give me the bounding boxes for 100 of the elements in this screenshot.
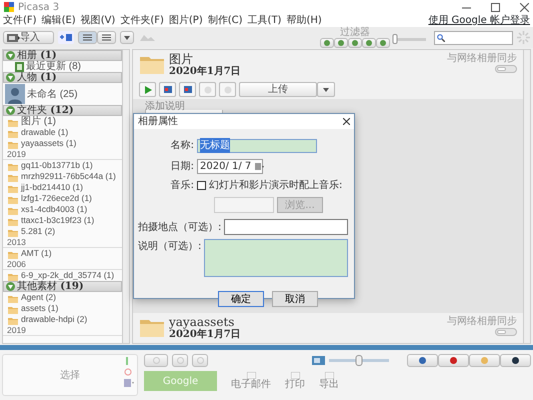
- album-icon: [15, 62, 24, 72]
- tree-view-button[interactable]: [97, 31, 116, 44]
- window-title: Picasa 3: [18, 0, 60, 14]
- caret-icon: [323, 88, 329, 92]
- sync-toggle[interactable]: [495, 328, 517, 336]
- slider-thumb[interactable]: [356, 355, 362, 366]
- expanded-icon[interactable]: [6, 73, 15, 82]
- dialog-title: 相册属性: [138, 114, 178, 129]
- map-pin-button[interactable]: [438, 354, 469, 367]
- ok-button[interactable]: 确定: [218, 291, 264, 307]
- camera-icon: [7, 33, 20, 42]
- expanded-icon[interactable]: [6, 282, 15, 291]
- folder-date: 2020年1月7日: [169, 66, 241, 77]
- sidebar-section-header[interactable]: 相册 (1): [3, 50, 122, 61]
- sidebar-item[interactable]: yayaassets (1): [3, 138, 122, 149]
- upload-button[interactable]: 上传: [239, 82, 317, 97]
- sidebar-item[interactable]: lzfg1-726ece2d (1): [3, 193, 122, 204]
- year-label: 2013: [3, 237, 122, 248]
- maximize-icon[interactable]: [491, 2, 500, 12]
- star-filter-button[interactable]: [320, 38, 334, 48]
- sidebar-item[interactable]: 未命名 (25): [3, 83, 122, 105]
- tray-menu-icon[interactable]: [124, 379, 134, 387]
- folder-name: 图片: [169, 53, 194, 66]
- list-icon: [83, 34, 92, 41]
- menu-item[interactable]: 制作(C): [208, 13, 243, 28]
- sidebar-item[interactable]: Agent (2): [3, 292, 122, 303]
- sidebar-item[interactable]: 6-9_xp-2k_dd_35774 (1): [3, 270, 122, 281]
- star-button[interactable]: [199, 82, 216, 97]
- sidebar-item[interactable]: assets (1): [3, 303, 122, 314]
- movie-button[interactable]: [179, 82, 196, 97]
- rotate-right-button[interactable]: [192, 354, 208, 367]
- menu-item[interactable]: 文件(F): [3, 13, 37, 28]
- sidebar-section-header[interactable]: 其他素材 (19): [3, 281, 122, 292]
- save-button[interactable]: [219, 82, 236, 97]
- checkbox-label: 幻灯片和影片演示时配上音乐:: [209, 178, 342, 193]
- description-field[interactable]: [204, 239, 348, 277]
- menu-item[interactable]: 图片(P): [168, 13, 203, 28]
- slider-thumb[interactable]: [392, 34, 398, 44]
- avatar-icon: [5, 84, 25, 104]
- field-label: 名称:: [170, 139, 194, 153]
- sidebar-section-header[interactable]: 人物 (1): [3, 72, 122, 83]
- sign-in-link[interactable]: 使用 Google 帐户登录: [428, 13, 530, 28]
- person-button[interactable]: [407, 354, 438, 367]
- scrollbar[interactable]: [523, 50, 530, 343]
- cancel-button[interactable]: 取消: [272, 291, 318, 307]
- folder-name: yayaassets: [169, 316, 236, 329]
- expanded-icon[interactable]: [6, 106, 15, 115]
- app-logo-icon: [4, 2, 14, 12]
- menu-item[interactable]: 编辑(E): [42, 13, 76, 28]
- menu-item[interactable]: 文件夹(F): [120, 13, 164, 28]
- sidebar-item[interactable]: gq11-0b13771b (1): [3, 160, 122, 171]
- place-field[interactable]: [224, 219, 348, 235]
- menu-item[interactable]: 工具(T): [248, 13, 282, 28]
- search-field[interactable]: [434, 30, 513, 44]
- sidebar-item[interactable]: 图片 (1): [3, 116, 122, 127]
- slides-button[interactable]: [159, 82, 176, 97]
- sidebar-item[interactable]: jj1-bd214410 (1): [3, 182, 122, 193]
- tray-label: 选择: [60, 368, 80, 382]
- music-checkbox[interactable]: [197, 181, 206, 190]
- sidebar-item[interactable]: ttaxc1-b3c19f23 (1): [3, 215, 122, 226]
- dropdown-button[interactable]: [120, 31, 134, 44]
- year-label: 2019: [3, 325, 122, 336]
- sidebar-item[interactable]: 最近更新 (8): [3, 61, 122, 72]
- calendar-icon: [255, 163, 264, 170]
- play-button[interactable]: [139, 82, 156, 97]
- play-icon: [144, 86, 152, 94]
- sidebar-item[interactable]: xs1-4cdb4003 (1): [3, 204, 122, 215]
- pin-filter-button[interactable]: [376, 38, 390, 48]
- close-icon[interactable]: [520, 2, 529, 12]
- sync-toggle[interactable]: [495, 65, 517, 73]
- add-people-icon[interactable]: [58, 31, 74, 44]
- upload-filter-button[interactable]: [334, 38, 348, 48]
- music-path-field: [214, 197, 274, 213]
- field-label: 音乐:: [170, 178, 194, 193]
- menu-item[interactable]: 帮助(H): [286, 13, 322, 28]
- expanded-icon[interactable]: [6, 51, 15, 60]
- field-label: 日期:: [170, 160, 194, 174]
- clear-icon[interactable]: [124, 368, 132, 376]
- list-view-button[interactable]: [78, 31, 97, 44]
- filter-label: 过滤器: [340, 28, 370, 38]
- sidebar-item[interactable]: mrzh92911-76b5c44a (1): [3, 171, 122, 182]
- sidebar-section-header[interactable]: 文件夹 (12): [3, 105, 122, 116]
- name-field[interactable]: 无标题: [197, 138, 317, 152]
- rotate-left-button[interactable]: [172, 354, 188, 367]
- tag-button[interactable]: [144, 354, 168, 367]
- menu-item[interactable]: 视图(V): [80, 13, 116, 28]
- sidebar-item[interactable]: 5.281 (2): [3, 226, 122, 237]
- upload-menu-button[interactable]: [317, 82, 335, 97]
- year-label: 2006: [3, 259, 122, 270]
- close-icon[interactable]: [343, 118, 350, 125]
- sidebar-item[interactable]: drawable (1): [3, 127, 122, 138]
- info-button[interactable]: [500, 354, 531, 367]
- import-button[interactable]: 导入: [3, 31, 54, 44]
- sidebar-item[interactable]: AMT (1): [3, 248, 122, 259]
- film-filter-button[interactable]: [362, 38, 376, 48]
- scrollbar[interactable]: [122, 50, 129, 343]
- person-filter-button[interactable]: [348, 38, 362, 48]
- date-field[interactable]: 2020/ 1/ 7: [197, 159, 263, 174]
- field-label: 说明（可选）:: [138, 240, 202, 254]
- sidebar-item[interactable]: drawable-hdpi (2): [3, 314, 122, 325]
